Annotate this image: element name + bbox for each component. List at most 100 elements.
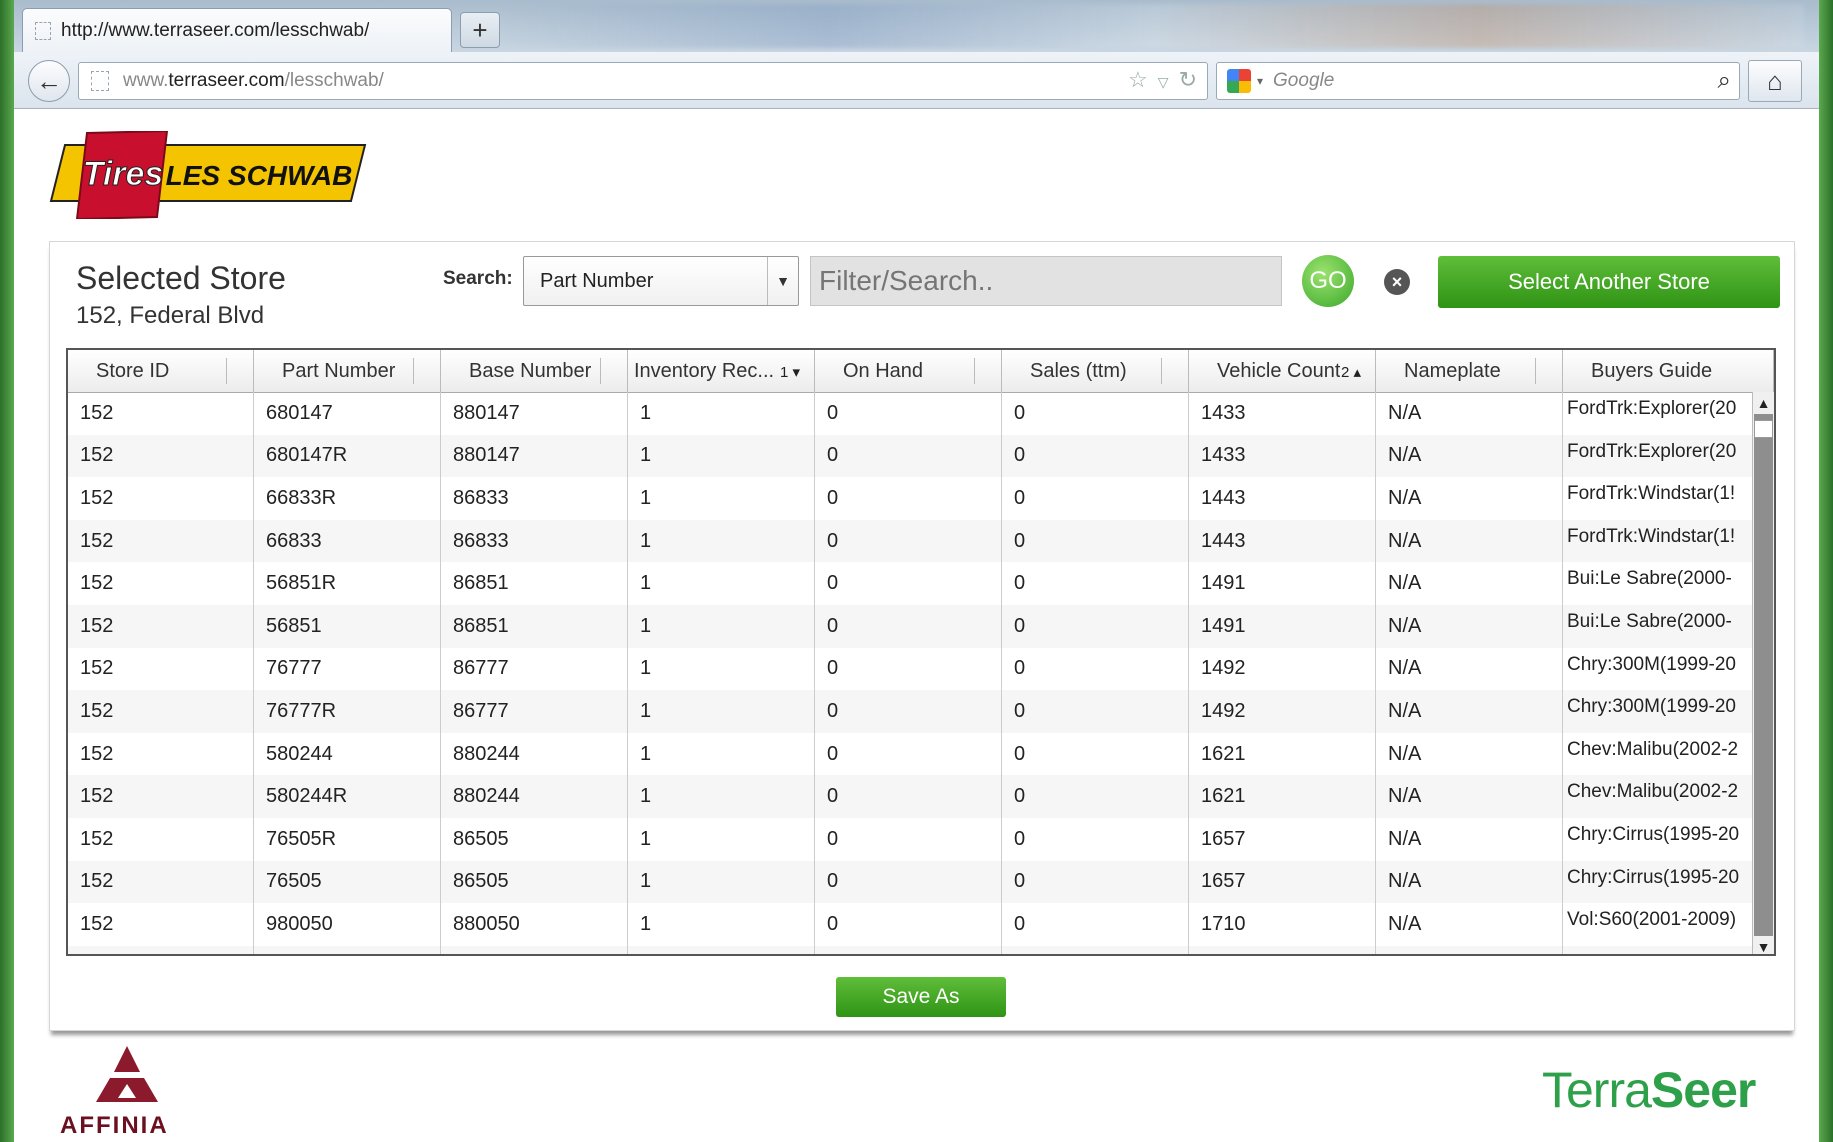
- cell-store-id: 152: [68, 434, 254, 478]
- table-row[interactable]: 152 680147R 880147 1 0 0 1433 N/A FordTrk:Explor…: [68, 434, 1774, 478]
- google-icon[interactable]: [1227, 69, 1251, 93]
- cell-inventory-rec: 1: [628, 434, 815, 478]
- navigation-bar: ← www.terraseer.com/lesschwab/ ☆ ▽ ↻ ▾ G…: [14, 52, 1819, 109]
- table-row[interactable]: 152 580244 880244 1 0 0 1621 N/A Chev:Malibu(200…: [68, 732, 1774, 776]
- column-header-store-id[interactable]: Store ID: [68, 350, 254, 392]
- table-row[interactable]: 152 580244R 880244 1 0 0 1621 N/A Chev:Malibu(20…: [68, 775, 1774, 818]
- search-label: Search:: [443, 268, 513, 289]
- search-icon[interactable]: ⌕: [1718, 67, 1731, 95]
- back-button[interactable]: ←: [28, 60, 70, 102]
- cell-nameplate: N/A: [1376, 690, 1563, 733]
- address-bar[interactable]: www.terraseer.com/lesschwab/ ☆ ▽ ↻: [78, 62, 1208, 100]
- cell-inventory-rec: [628, 945, 815, 954]
- column-header-inventory-rec[interactable]: Inventory Rec... 1 ▾: [628, 350, 815, 392]
- cell-inventory-rec: 1: [628, 732, 815, 776]
- selected-store-name: 152, Federal Blvd: [76, 302, 265, 329]
- table-row[interactable]: 152 76505 86505 1 0 0 1657 N/A Chry:Cirrus(1995-…: [68, 860, 1774, 904]
- cell-nameplate: N/A: [1376, 477, 1563, 520]
- column-header-vehicle-count[interactable]: Vehicle Count 2 ▴: [1189, 350, 1376, 392]
- logo-word-tires: Tires: [83, 155, 164, 193]
- search-field-select[interactable]: Part Number ▼: [523, 256, 799, 306]
- new-tab-button[interactable]: +: [460, 12, 500, 48]
- scroll-track[interactable]: [1754, 414, 1773, 936]
- cell-store-id: 152: [68, 775, 254, 818]
- filter-search-input[interactable]: [810, 256, 1282, 306]
- table-row[interactable]: 152 56851R 86851 1 0 0 1491 N/A Bui:Le Sabre(200…: [68, 562, 1774, 605]
- column-header-base-number[interactable]: Base Number: [441, 350, 628, 392]
- cell-on-hand: [815, 945, 1002, 954]
- table-row[interactable]: 152 66833 86833 1 0 0 1443 N/A FordTrk:Windstar(…: [68, 519, 1774, 563]
- sort-indicator-icon[interactable]: 1 ▾: [780, 363, 800, 381]
- home-button[interactable]: ⌂: [1748, 60, 1802, 102]
- table-row[interactable]: 152 980050 880050 1 0 0 1710 N/A Vol:S60(2001-20…: [68, 903, 1774, 946]
- cell-inventory-rec: 1: [628, 775, 815, 818]
- clear-search-icon[interactable]: ×: [1384, 269, 1410, 295]
- cell-base-number: 86505: [441, 817, 628, 861]
- column-header-buyers-guide[interactable]: Buyers Guide: [1563, 350, 1774, 392]
- sort-indicator-icon[interactable]: 2 ▴: [1341, 363, 1361, 381]
- go-button[interactable]: GO: [1302, 255, 1354, 307]
- table-row[interactable]: Vol:S60(2001-2009: [68, 945, 1774, 954]
- history-dropdown-icon[interactable]: ▽: [1158, 67, 1169, 97]
- les-schwab-logo[interactable]: Tires LES SCHWAB: [47, 131, 367, 219]
- url-path: /lesschwab/: [284, 70, 384, 91]
- column-resize-handle[interactable]: [974, 358, 975, 384]
- cell-on-hand: 0: [815, 817, 1002, 861]
- engine-dropdown-icon[interactable]: ▾: [1257, 74, 1263, 88]
- column-resize-handle[interactable]: [413, 358, 414, 384]
- affinia-wordmark: AFFINIA: [60, 1112, 169, 1139]
- table-row[interactable]: 152 66833R 86833 1 0 0 1443 N/A FordTrk:Windstar…: [68, 477, 1774, 520]
- cell-buyers-guide: FordTrk:Explorer(20: [1563, 392, 1774, 435]
- cell-inventory-rec: 1: [628, 903, 815, 946]
- cell-store-id: 152: [68, 392, 254, 435]
- cell-nameplate: N/A: [1376, 519, 1563, 563]
- cell-base-number: 86833: [441, 519, 628, 563]
- reload-icon[interactable]: ↻: [1179, 67, 1197, 97]
- cell-vehicle-count: 1621: [1189, 775, 1376, 818]
- column-resize-handle[interactable]: [226, 358, 227, 384]
- cell-inventory-rec: 1: [628, 860, 815, 904]
- cell-on-hand: 0: [815, 477, 1002, 520]
- vertical-scrollbar[interactable]: ▲ ▼: [1752, 392, 1774, 954]
- column-header-label: Sales (ttm): [1030, 359, 1127, 382]
- back-arrow-icon: ←: [36, 65, 62, 96]
- column-header-part-number[interactable]: Part Number: [254, 350, 441, 392]
- cell-nameplate: N/A: [1376, 903, 1563, 946]
- save-as-button[interactable]: Save As: [836, 977, 1006, 1017]
- chevron-down-icon[interactable]: ▼: [767, 257, 798, 305]
- cell-on-hand: 0: [815, 434, 1002, 478]
- column-header-on-hand[interactable]: On Hand: [815, 350, 1002, 392]
- scroll-thumb[interactable]: [1754, 420, 1773, 438]
- cell-base-number: 86505: [441, 860, 628, 904]
- column-header-sales-ttm[interactable]: Sales (ttm): [1002, 350, 1189, 392]
- table-row[interactable]: 152 76777 86777 1 0 0 1492 N/A Chry:300M(1999-20: [68, 647, 1774, 691]
- browser-tab[interactable]: http://www.terraseer.com/lesschwab/: [22, 8, 452, 52]
- cell-base-number: 880147: [441, 392, 628, 435]
- cell-store-id: 152: [68, 903, 254, 946]
- search-bar[interactable]: ▾ Google ⌕: [1216, 62, 1740, 100]
- cell-vehicle-count: 1433: [1189, 434, 1376, 478]
- table-row[interactable]: 152 680147 880147 1 0 0 1433 N/A FordTrk:Explore…: [68, 392, 1774, 435]
- search-field-value: Part Number: [540, 270, 654, 292]
- cell-base-number: 880147: [441, 434, 628, 478]
- table-row[interactable]: 152 76777R 86777 1 0 0 1492 N/A Chry:300M(1999-2…: [68, 690, 1774, 733]
- scroll-up-icon[interactable]: ▲: [1753, 392, 1774, 414]
- bookmark-star-icon[interactable]: ☆: [1128, 67, 1148, 97]
- column-header-nameplate[interactable]: Nameplate: [1376, 350, 1563, 392]
- cell-part-number: 66833R: [254, 477, 441, 520]
- column-resize-handle[interactable]: [1535, 358, 1536, 384]
- cell-nameplate: N/A: [1376, 392, 1563, 435]
- cell-part-number: 680147: [254, 392, 441, 435]
- table-row[interactable]: 152 56851 86851 1 0 0 1491 N/A Bui:Le Sabre(2000…: [68, 604, 1774, 648]
- cell-nameplate: N/A: [1376, 434, 1563, 478]
- column-resize-handle[interactable]: [600, 358, 601, 384]
- cell-buyers-guide: Chev:Malibu(2002-2: [1563, 732, 1774, 776]
- scroll-down-icon[interactable]: ▼: [1753, 936, 1774, 954]
- cell-on-hand: 0: [815, 519, 1002, 563]
- select-another-store-button[interactable]: Select Another Store: [1438, 256, 1780, 308]
- cell-sales-ttm: 0: [1002, 817, 1189, 861]
- column-resize-handle[interactable]: [1161, 358, 1162, 384]
- site-identity-icon[interactable]: [91, 71, 109, 91]
- cell-part-number: [254, 945, 441, 954]
- table-row[interactable]: 152 76505R 86505 1 0 0 1657 N/A Chry:Cirrus(1995…: [68, 817, 1774, 861]
